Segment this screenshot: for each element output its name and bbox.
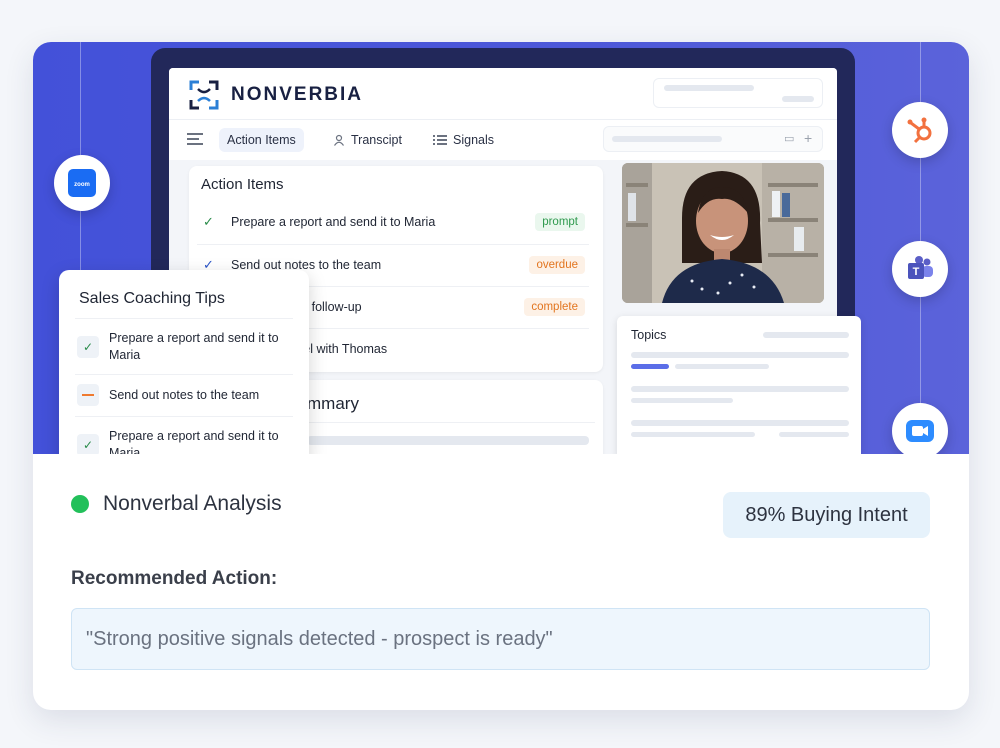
action-item-text: Prepare a report and send it to Maria bbox=[231, 215, 436, 229]
user-icon bbox=[334, 134, 344, 146]
recommended-action-text: "Strong positive signals detected - pros… bbox=[86, 627, 553, 650]
analysis-status: Nonverbal Analysis bbox=[71, 492, 282, 516]
menu-icon[interactable] bbox=[187, 133, 203, 145]
teams-icon[interactable]: T bbox=[892, 241, 948, 297]
analysis-label: Nonverbal Analysis bbox=[103, 492, 282, 515]
list-icon bbox=[433, 135, 447, 145]
check-icon: ✓ bbox=[77, 434, 99, 454]
topics-title: Topics bbox=[631, 328, 667, 342]
check-icon: ✓ bbox=[77, 336, 99, 358]
brand-logo-icon bbox=[189, 80, 219, 110]
zoom-icon[interactable]: zoom bbox=[54, 155, 110, 211]
status-badge: prompt bbox=[535, 213, 585, 231]
app-header: NONVERBIA bbox=[169, 68, 837, 120]
hero-panel: zoom T NONVERBIA Action Items Transcipt … bbox=[33, 42, 969, 454]
toolbar-search[interactable]: ▭ + bbox=[603, 126, 823, 152]
recommended-action-box: "Strong positive signals detected - pros… bbox=[71, 608, 930, 670]
tab-label: Signals bbox=[453, 133, 494, 147]
tab-label: Transcipt bbox=[351, 133, 402, 147]
participant-photo bbox=[622, 163, 824, 303]
buying-intent-badge: 89% Buying Intent bbox=[723, 492, 930, 538]
topic-progress bbox=[631, 364, 669, 369]
analysis-card: zoom T NONVERBIA Action Items Transcipt … bbox=[33, 42, 969, 710]
topics-panel: Topics bbox=[617, 316, 861, 454]
check-icon: ✓ bbox=[203, 214, 214, 229]
tab-label: Action Items bbox=[227, 133, 296, 147]
coaching-item-text: Prepare a report and send it to Maria bbox=[109, 429, 279, 454]
header-search-box[interactable] bbox=[653, 78, 823, 108]
coaching-item[interactable]: Send out notes to the team bbox=[77, 384, 293, 406]
status-dot bbox=[71, 495, 89, 513]
video-call-icon[interactable] bbox=[892, 403, 948, 454]
sales-coaching-card: Sales Coaching Tips ✓ Prepare a report a… bbox=[59, 270, 309, 454]
list-item[interactable]: ✓ Prepare a report and send it to Maria … bbox=[197, 202, 589, 242]
coaching-item[interactable]: ✓ Prepare a report and send it to Maria bbox=[77, 428, 293, 454]
svg-text:T: T bbox=[913, 266, 920, 278]
status-badge: complete bbox=[524, 297, 585, 316]
coaching-title: Sales Coaching Tips bbox=[79, 290, 225, 307]
status-badge: overdue bbox=[529, 255, 585, 274]
coaching-item[interactable]: ✓ Prepare a report and send it to Maria bbox=[77, 330, 293, 364]
coaching-item-text: Prepare a report and send it to Maria bbox=[109, 331, 279, 362]
tab-transcript[interactable]: Transcipt bbox=[325, 128, 410, 152]
tab-signals[interactable]: Signals bbox=[425, 128, 502, 152]
dash-icon bbox=[77, 384, 99, 406]
tab-action-items[interactable]: Action Items bbox=[219, 128, 304, 152]
coaching-item-text: Send out notes to the team bbox=[109, 387, 260, 402]
action-items-title: Action Items bbox=[201, 176, 284, 193]
svg-text:zoom: zoom bbox=[74, 182, 90, 188]
window-icon[interactable]: ▭ bbox=[784, 132, 794, 145]
plus-icon[interactable]: + bbox=[804, 130, 812, 146]
participant-video[interactable] bbox=[622, 163, 824, 303]
hubspot-icon[interactable] bbox=[892, 102, 948, 158]
tab-bar: Action Items Transcipt Signals ▭ + bbox=[169, 120, 837, 160]
brand-name: NONVERBIA bbox=[231, 84, 364, 105]
summary-title: mmary bbox=[307, 394, 359, 413]
recommended-action-label: Recommended Action: bbox=[71, 568, 278, 589]
